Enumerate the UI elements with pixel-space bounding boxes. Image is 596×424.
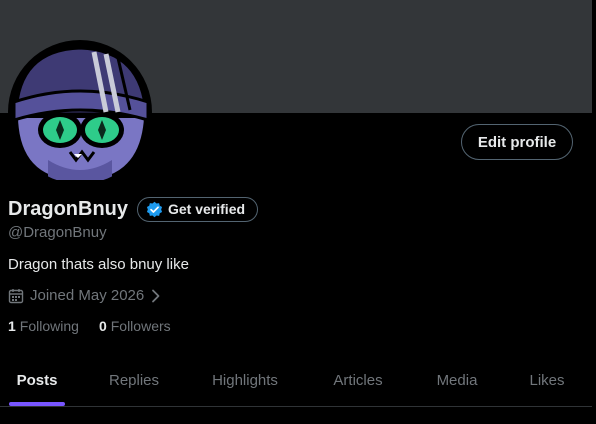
followers-count: 0 [98,318,107,334]
profile-bio: Dragon thats also bnuy like [8,256,189,273]
chevron-right-icon [152,289,160,302]
tab-articles[interactable]: Articles [320,355,396,406]
tab-label: Posts [16,372,58,389]
profile-tabs: Posts Replies Highlights Articles Media … [0,355,592,407]
user-handle: @DragonBnuy [8,224,107,241]
tab-label: Articles [333,372,383,389]
get-verified-button[interactable]: Get verified [137,196,259,222]
joined-date[interactable]: Joined May 2026 [8,287,162,304]
avatar-image [12,44,150,180]
following-count: 1 [8,318,16,334]
tab-highlights[interactable]: Highlights [200,355,290,406]
tab-replies[interactable]: Replies [96,355,172,406]
tab-media[interactable]: Media [424,355,490,406]
name-row: DragonBnuy Get verified [8,196,259,222]
active-tab-indicator [9,402,65,406]
followers-link[interactable]: 0 Followers [99,318,171,334]
verified-badge-icon [146,201,163,217]
followers-label: Followers [110,318,171,334]
get-verified-label: Get verified [168,201,246,217]
following-label: Following [19,318,79,334]
edit-profile-button[interactable]: Edit profile [461,124,573,160]
tab-likes[interactable]: Likes [518,355,576,406]
tab-label: Replies [108,372,160,389]
calendar-icon [8,288,24,303]
following-link[interactable]: 1 Following [8,318,79,334]
tab-label: Highlights [212,372,278,389]
tab-label: Media [436,372,478,389]
joined-label: Joined May 2026 [30,287,145,304]
tab-label: Likes [529,372,565,389]
avatar[interactable] [8,40,152,184]
profile-page: Edit profile DragonBnuy Get verified @Dr… [0,0,596,424]
page-edge [592,0,596,424]
follow-stats: 1 Following 0 Followers [8,318,171,334]
tab-posts[interactable]: Posts [0,355,74,406]
display-name: DragonBnuy [8,197,128,220]
